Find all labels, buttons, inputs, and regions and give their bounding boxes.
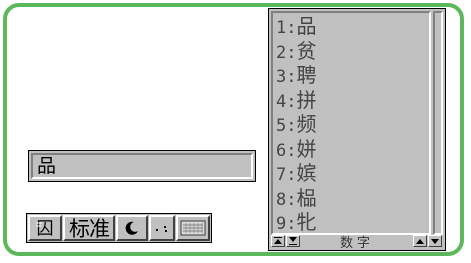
- candidate-char: 嫔: [296, 161, 317, 185]
- candidate-number: 7: [276, 165, 287, 185]
- candidate-char: 贫: [296, 38, 317, 63]
- svg-text:囚: 囚: [37, 219, 54, 239]
- candidate-number: 5: [276, 116, 287, 136]
- candidate-separator: :: [286, 214, 297, 234]
- page-down-button[interactable]: [428, 235, 442, 247]
- page-up-button[interactable]: [413, 235, 427, 247]
- soft-keyboard-icon: [180, 220, 206, 236]
- candidate-number: 3: [276, 67, 287, 87]
- soft-keyboard-button[interactable]: [176, 215, 210, 241]
- candidate-char: 聘: [296, 63, 317, 87]
- composition-field[interactable]: 品: [31, 153, 253, 179]
- candidate-window: 1:品 2:贫 3:聘 4:拼 5:频 6:姘 7:嫔 8:榀 9:牝 数字: [268, 8, 446, 251]
- candidate-number: 8: [276, 189, 287, 210]
- candidate-separator: :: [286, 91, 297, 112]
- candidate-number: 9: [276, 214, 287, 234]
- candidate-char: 牝: [296, 210, 317, 234]
- candidate-char: 频: [296, 112, 317, 136]
- candidate-number: 4: [276, 91, 287, 112]
- candidate-separator: :: [286, 140, 297, 161]
- arrow-down-icon: [431, 238, 439, 244]
- candidate-char: 品: [296, 14, 317, 38]
- punctuation-toggle-button[interactable]: [149, 215, 175, 241]
- candidate-scrollbar[interactable]: [433, 11, 443, 235]
- candidate-item[interactable]: 3:聘: [276, 63, 429, 88]
- candidate-separator: :: [286, 165, 297, 185]
- candidate-separator: :: [286, 67, 297, 87]
- candidate-item[interactable]: 1:品: [276, 14, 429, 39]
- candidate-char: 榀: [296, 185, 317, 210]
- first-page-icon: [274, 237, 282, 245]
- page-last-button[interactable]: [286, 235, 300, 247]
- candidate-separator: :: [286, 18, 297, 38]
- candidate-item[interactable]: 4:拼: [276, 88, 429, 113]
- last-page-icon: [289, 237, 297, 245]
- ime-logo-icon: 囚: [33, 218, 57, 239]
- candidate-char: 拼: [296, 87, 317, 112]
- full-half-width-button[interactable]: [116, 215, 148, 241]
- candidate-number: 1: [276, 18, 287, 38]
- ime-switch-button[interactable]: 囚: [28, 215, 62, 241]
- candidate-char: 姘: [296, 136, 317, 161]
- candidate-item[interactable]: 7:嫔: [276, 161, 429, 186]
- moon-icon: [125, 221, 138, 235]
- candidate-item[interactable]: 6:姘: [276, 137, 429, 162]
- candidate-separator: :: [286, 189, 297, 210]
- composition-window: 品: [28, 150, 256, 182]
- page-first-button[interactable]: [271, 235, 285, 247]
- punctuation-icon: [156, 226, 167, 232]
- candidate-list: 1:品 2:贫 3:聘 4:拼 5:频 6:姘 7:嫔 8:榀 9:牝: [271, 11, 431, 235]
- input-mode-label: 数字: [339, 235, 374, 251]
- candidate-number: 2: [276, 42, 287, 63]
- candidate-separator: :: [286, 116, 297, 136]
- candidate-item[interactable]: 8:榀: [276, 186, 429, 211]
- candidate-number: 6: [276, 140, 287, 161]
- candidate-footer: 数字: [271, 234, 443, 251]
- candidate-item[interactable]: 2:贫: [276, 39, 429, 64]
- mode-toggle-button[interactable]: 标准: [63, 215, 115, 241]
- candidate-separator: :: [286, 42, 297, 63]
- arrow-up-icon: [416, 238, 424, 244]
- ime-status-bar: 囚 标准: [26, 213, 212, 243]
- candidate-item[interactable]: 5:频: [276, 112, 429, 137]
